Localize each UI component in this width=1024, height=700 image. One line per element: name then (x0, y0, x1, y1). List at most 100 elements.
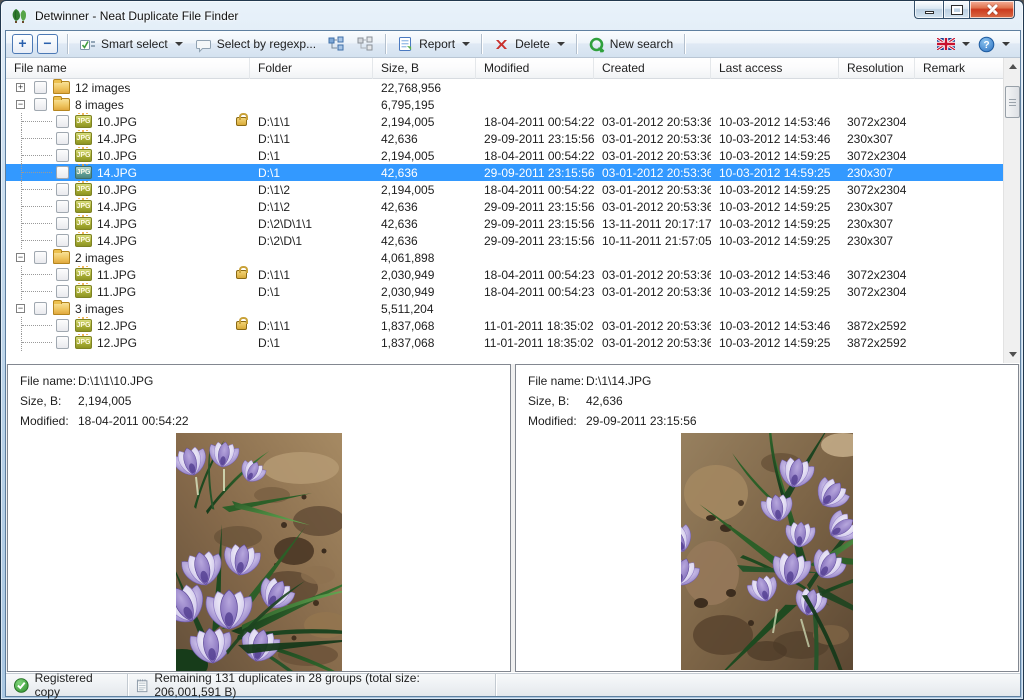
jpg-file-icon: JPG (75, 234, 92, 247)
tree-collapse-toggle[interactable]: − (16, 304, 25, 313)
created-cell: 03-01-2012 20:53:36 (594, 334, 711, 351)
folder-cell (250, 79, 373, 96)
file-row[interactable]: JPG14.JPGD:\2\D\142,63629-09-2011 23:15:… (6, 232, 1003, 249)
jpg-file-icon: JPG (75, 166, 92, 179)
resolution-cell: 3072x2304 (839, 113, 915, 130)
scrollbar-thumb[interactable] (1005, 86, 1020, 118)
row-checkbox[interactable] (56, 217, 69, 230)
expand-tree-button[interactable] (322, 33, 351, 56)
file-name: 14.JPG (97, 234, 137, 248)
help-button[interactable]: ? (976, 33, 1012, 56)
delete-label: Delete (515, 37, 550, 51)
language-button[interactable] (935, 35, 972, 53)
row-checkbox[interactable] (56, 268, 69, 281)
column-header-last-access[interactable]: Last access (711, 58, 839, 79)
row-checkbox[interactable] (56, 319, 69, 332)
row-checkbox[interactable] (56, 166, 69, 179)
smart-select-button[interactable]: Smart select (73, 33, 189, 56)
row-checkbox[interactable] (56, 132, 69, 145)
file-name-cell: −2 images (6, 249, 250, 266)
file-row[interactable]: JPG14.JPGD:\1\142,63629-09-2011 23:15:56… (6, 130, 1003, 147)
minimize-button[interactable] (914, 1, 943, 19)
folder-cell: D:\1 (250, 283, 373, 300)
resolution-cell: 230x307 (839, 198, 915, 215)
remark-cell (915, 317, 1003, 334)
close-button[interactable] (970, 1, 1015, 19)
file-row[interactable]: JPG14.JPGD:\2\D\1\142,63629-09-2011 23:1… (6, 215, 1003, 232)
file-row[interactable]: JPG11.JPGD:\1\12,030,94918-04-2011 00:54… (6, 266, 1003, 283)
file-name-inner: JPG10.JPG (6, 113, 250, 130)
modified-cell (476, 79, 594, 96)
row-checkbox[interactable] (56, 336, 69, 349)
tree-collapse-toggle[interactable]: − (16, 253, 25, 262)
file-name: 14.JPG (97, 132, 137, 146)
row-checkbox[interactable] (34, 81, 47, 94)
report-dropdown-arrow (462, 42, 470, 46)
file-row[interactable]: JPG14.JPGD:\142,63629-09-2011 23:15:5603… (6, 164, 1003, 181)
column-header-modified[interactable]: Modified (476, 58, 594, 79)
vertical-scrollbar[interactable] (1003, 58, 1020, 363)
collapse-all-button[interactable]: − (37, 34, 58, 54)
maximize-button[interactable] (943, 1, 970, 19)
row-checkbox[interactable] (56, 149, 69, 162)
expand-all-button[interactable]: + (12, 34, 33, 54)
column-header-remark[interactable]: Remark (915, 58, 1003, 79)
file-row[interactable]: JPG11.JPGD:\12,030,94918-04-2011 00:54:2… (6, 283, 1003, 300)
folder-cell: D:\1 (250, 334, 373, 351)
row-checkbox[interactable] (34, 251, 47, 264)
smart-select-dropdown-arrow (175, 42, 183, 46)
collapse-tree-button[interactable] (351, 33, 380, 56)
group-row[interactable]: −3 images5,511,204 (6, 300, 1003, 317)
group-row[interactable]: +12 images22,768,956 (6, 79, 1003, 96)
group-row[interactable]: −2 images 4,061,898 (6, 249, 1003, 266)
column-header-resolution[interactable]: Resolution (839, 58, 915, 79)
tree-expand-toggle[interactable]: + (16, 83, 25, 92)
file-name-label: File name: (528, 374, 586, 388)
file-row[interactable]: JPG12.JPGD:\11,837,06811-01-2011 18:35:0… (6, 334, 1003, 351)
title-bar[interactable]: Detwinner - Neat Duplicate File Finder (1, 1, 1023, 30)
file-row[interactable]: JPG10.JPGD:\12,194,00518-04-2011 00:54:2… (6, 147, 1003, 164)
tree-collapse-toggle[interactable]: − (16, 100, 25, 109)
column-header-folder[interactable]: Folder (250, 58, 373, 79)
file-row[interactable]: JPG14.JPGD:\1\242,63629-09-2011 23:15:56… (6, 198, 1003, 215)
column-header-file-name[interactable]: File name (6, 58, 250, 79)
toolbar-separator (481, 34, 482, 54)
row-checkbox[interactable] (56, 200, 69, 213)
file-name: 12.JPG (97, 319, 137, 333)
file-row[interactable]: JPG10.JPGD:\1\12,194,00518-04-2011 00:54… (6, 113, 1003, 130)
row-checkbox[interactable] (34, 302, 47, 315)
row-checkbox[interactable] (56, 234, 69, 247)
scroll-down-button[interactable] (1004, 346, 1021, 363)
help-dropdown-arrow (1002, 42, 1010, 46)
row-checkbox[interactable] (56, 115, 69, 128)
row-checkbox[interactable] (56, 285, 69, 298)
group-row[interactable]: −8 images6,795,195 (6, 96, 1003, 113)
file-row[interactable]: JPG10.JPGD:\1\22,194,00518-04-2011 00:54… (6, 181, 1003, 198)
new-search-button[interactable]: New search (582, 33, 679, 56)
file-name-cell: JPG 12.JPG (6, 317, 250, 334)
size-cell: 42,636 (373, 164, 476, 181)
scroll-up-icon (1009, 64, 1017, 69)
select-by-regexp-label: Select by regexp... (217, 37, 316, 51)
select-by-regexp-button[interactable]: Select by regexp... (189, 33, 322, 56)
delete-button[interactable]: Delete (487, 33, 571, 56)
size-cell: 2,030,949 (373, 266, 476, 283)
report-button[interactable]: Report (391, 33, 476, 56)
modified-cell: 18-04-2011 00:54:22 (476, 113, 594, 130)
column-header-size[interactable]: Size, B (373, 58, 476, 79)
column-header-created[interactable]: Created (594, 58, 711, 79)
created-cell: 03-01-2012 20:53:36 (594, 164, 711, 181)
resolution-cell (839, 79, 915, 96)
resolution-cell: 3072x2304 (839, 283, 915, 300)
tree-line (21, 215, 56, 232)
row-checkbox[interactable] (56, 183, 69, 196)
row-checkbox[interactable] (34, 98, 47, 111)
jpg-file-icon: JPG (75, 319, 92, 332)
jpg-file-icon: JPG (75, 200, 92, 213)
last-access-cell: 10-03-2012 14:53:46 (711, 113, 839, 130)
file-name-label: File name: (20, 374, 78, 388)
scroll-up-button[interactable] (1004, 58, 1021, 75)
size-cell: 4,061,898 (373, 249, 476, 266)
file-row[interactable]: JPG12.JPGD:\1\11,837,06811-01-2011 18:35… (6, 317, 1003, 334)
last-access-cell (711, 249, 839, 266)
